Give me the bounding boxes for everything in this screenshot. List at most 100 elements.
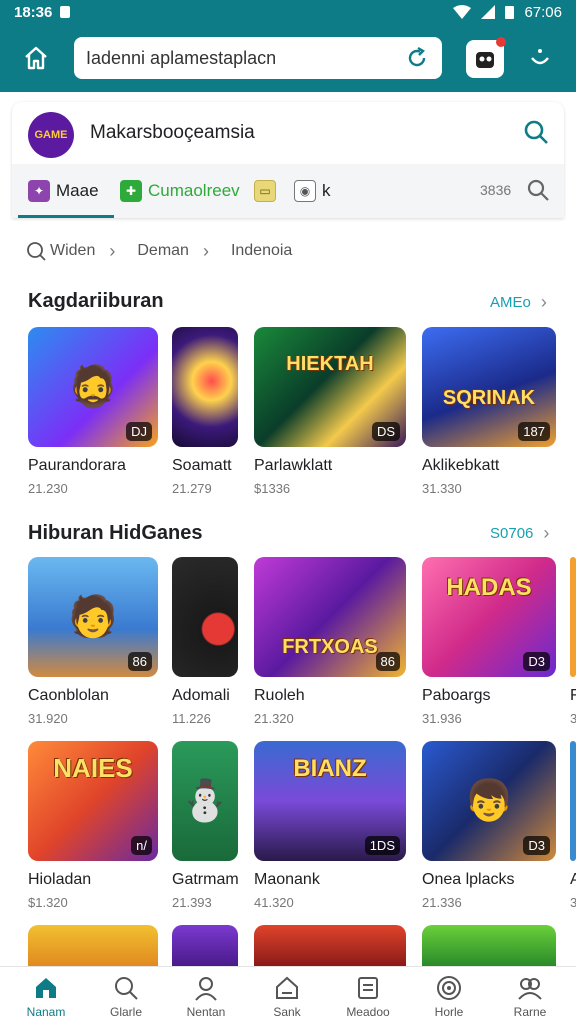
- section-more-link[interactable]: AMEo ›: [490, 292, 547, 313]
- game-logo-text: SQRINAK: [442, 387, 536, 409]
- game-logo-text: HIEKTAH: [286, 353, 374, 376]
- nav-label: Horle: [434, 1005, 464, 1019]
- game-tile[interactable]: 🧑 86 Caonblolan 31.920: [28, 557, 158, 726]
- chevron-right-icon: ›: [540, 292, 547, 312]
- game-thumbnail: [172, 327, 238, 447]
- site-logo[interactable]: GAME: [28, 112, 74, 158]
- search-icon[interactable]: [522, 118, 550, 146]
- game-tile[interactable]: SQRINAK 187 Aklikebkatt 31.330: [422, 327, 556, 496]
- game-plays: 3: [570, 895, 576, 910]
- game-tile[interactable]: F 3: [570, 557, 576, 726]
- rating-badge: 1DS: [364, 836, 400, 855]
- game-tile[interactable]: FRTXOAS 86 Ruoleh 21.320: [254, 557, 406, 726]
- game-plays: 21.320: [254, 711, 294, 726]
- tab-maae[interactable]: ✦ Maae: [28, 164, 99, 218]
- profile-icon: [476, 52, 494, 68]
- game-title: Paurandorara: [28, 457, 126, 474]
- game-thumbnail: FRTXOAS 86: [254, 557, 406, 677]
- home-button[interactable]: [18, 40, 54, 76]
- nav-item-document[interactable]: Meadoo: [328, 975, 408, 1019]
- character-art: 👦: [464, 779, 514, 823]
- breadcrumb: Widen › Deman › Indenoia: [26, 238, 556, 264]
- game-thumbnail[interactable]: [172, 925, 238, 966]
- game-thumbnail[interactable]: [28, 925, 158, 966]
- menu-button[interactable]: [524, 42, 556, 74]
- game-thumbnail: BIANZ 1DS: [254, 741, 406, 861]
- nav-item-person[interactable]: Nentan: [166, 975, 246, 1019]
- game-title: Ruoleh: [254, 687, 305, 704]
- game-tile[interactable]: 👦 D3 Onea lplacks 21.336: [422, 741, 556, 910]
- bottom-navigation: Nanam Glarle Nentan Sank Meadoo Horle Ra…: [0, 966, 576, 1024]
- game-plays: 3: [570, 711, 576, 726]
- nav-item-home[interactable]: Nanam: [6, 975, 86, 1019]
- wifi-icon: [453, 5, 472, 19]
- notification-icon: [60, 6, 71, 18]
- tab-cumaolreev[interactable]: ✚ Cumaolreev: [120, 164, 240, 218]
- game-title: Caonblolan: [28, 687, 109, 704]
- signal-icon: [481, 5, 496, 19]
- game-title: Adomali: [172, 687, 230, 704]
- character-art: 🧑: [68, 595, 118, 639]
- nav-item-search[interactable]: Glarle: [86, 975, 166, 1019]
- game-logo-text: HADAS: [446, 573, 532, 601]
- game-thumbnail: HADAS D3: [422, 557, 556, 677]
- site-logo-text: GAME: [34, 129, 68, 141]
- card-icon: ▭: [254, 180, 276, 202]
- browser-toolbar: Iadenni aplamestaplacn: [0, 24, 576, 92]
- nav-label: Glarle: [109, 1005, 142, 1019]
- game-tile[interactable]: ⛄ Gatrmami 21.393: [172, 741, 238, 910]
- section-more-link[interactable]: S0706 ›: [490, 523, 549, 544]
- active-tab-indicator: [18, 215, 114, 218]
- game-plays: 31.936: [422, 711, 462, 726]
- game-logo-text: NAIES: [53, 753, 133, 783]
- game-tile[interactable]: Adomali 11.226: [172, 557, 238, 726]
- game-title: Paboargs: [422, 687, 491, 704]
- breadcrumb-item[interactable]: Widen: [50, 242, 95, 260]
- game-title: Soamatt: [172, 457, 232, 474]
- more-label: S0706: [490, 525, 534, 542]
- game-thumbnail: [570, 557, 576, 677]
- game-tile[interactable]: 🧔 DJ Paurandorara 21.230: [28, 327, 158, 496]
- game-tile[interactable]: NAIES n/ Hioladan $1.320: [28, 741, 158, 910]
- game-tile[interactable]: HADAS D3 Paboargs 31.936: [422, 557, 556, 726]
- game-plays: 21.279: [172, 481, 212, 496]
- tab-k[interactable]: ◉ k: [294, 164, 331, 218]
- category-tabs: ✦ Maae ✚ Cumaolreev ▭ ◉ k 3836: [12, 164, 564, 218]
- chevron-right-icon: ›: [543, 523, 550, 543]
- game-thumbnail[interactable]: [254, 925, 406, 966]
- tab-label: Cumaolreev: [148, 181, 240, 200]
- game-thumbnail: 🧔 DJ: [28, 327, 158, 447]
- game-tile[interactable]: A 3: [570, 741, 576, 910]
- game-thumbnail[interactable]: [422, 925, 556, 966]
- tab-card[interactable]: ▭: [254, 164, 276, 218]
- rating-badge: D3: [523, 652, 550, 671]
- game-thumbnail: 👦 D3: [422, 741, 556, 861]
- nav-item-target[interactable]: Horle: [409, 975, 489, 1019]
- breadcrumb-item[interactable]: Indenoia: [231, 242, 292, 260]
- game-title: Parlawklatt: [254, 457, 333, 474]
- nav-item-group[interactable]: Rarne: [490, 975, 570, 1019]
- nav-label: Rarne: [513, 1005, 547, 1019]
- reload-icon[interactable]: [404, 45, 430, 71]
- nav-item-house[interactable]: Sank: [247, 975, 327, 1019]
- camera-icon: ◉: [294, 180, 316, 202]
- group-icon: [518, 978, 542, 1000]
- game-thumbnail: [172, 557, 238, 677]
- address-bar[interactable]: Iadenni aplamestaplacn: [74, 37, 442, 79]
- nav-label: Meadoo: [346, 1005, 390, 1019]
- game-thumbnail: ⛄: [172, 741, 238, 861]
- breadcrumb-item[interactable]: Deman: [137, 242, 189, 260]
- game-title: Gatrmami: [172, 871, 238, 888]
- game-tile[interactable]: HIEKTAH DS Parlawklatt $1336: [254, 327, 406, 496]
- game-thumbnail: [570, 741, 576, 861]
- site-header-card: GAME Makarsbooçeamsia ✦ Maae ✚ Cumaolree…: [12, 102, 564, 218]
- game-title: Aklikebkatt: [422, 457, 500, 474]
- section-title: Hiburan HidGanes: [28, 522, 203, 544]
- profile-button[interactable]: [466, 37, 506, 78]
- search-icon[interactable]: [526, 178, 550, 202]
- search-icon: [115, 977, 138, 1000]
- notification-dot: [496, 37, 506, 47]
- game-plays: 11.226: [172, 711, 211, 726]
- game-tile[interactable]: Soamatt 21.279: [172, 327, 238, 496]
- game-tile[interactable]: BIANZ 1DS Maonank 41.320: [254, 741, 406, 910]
